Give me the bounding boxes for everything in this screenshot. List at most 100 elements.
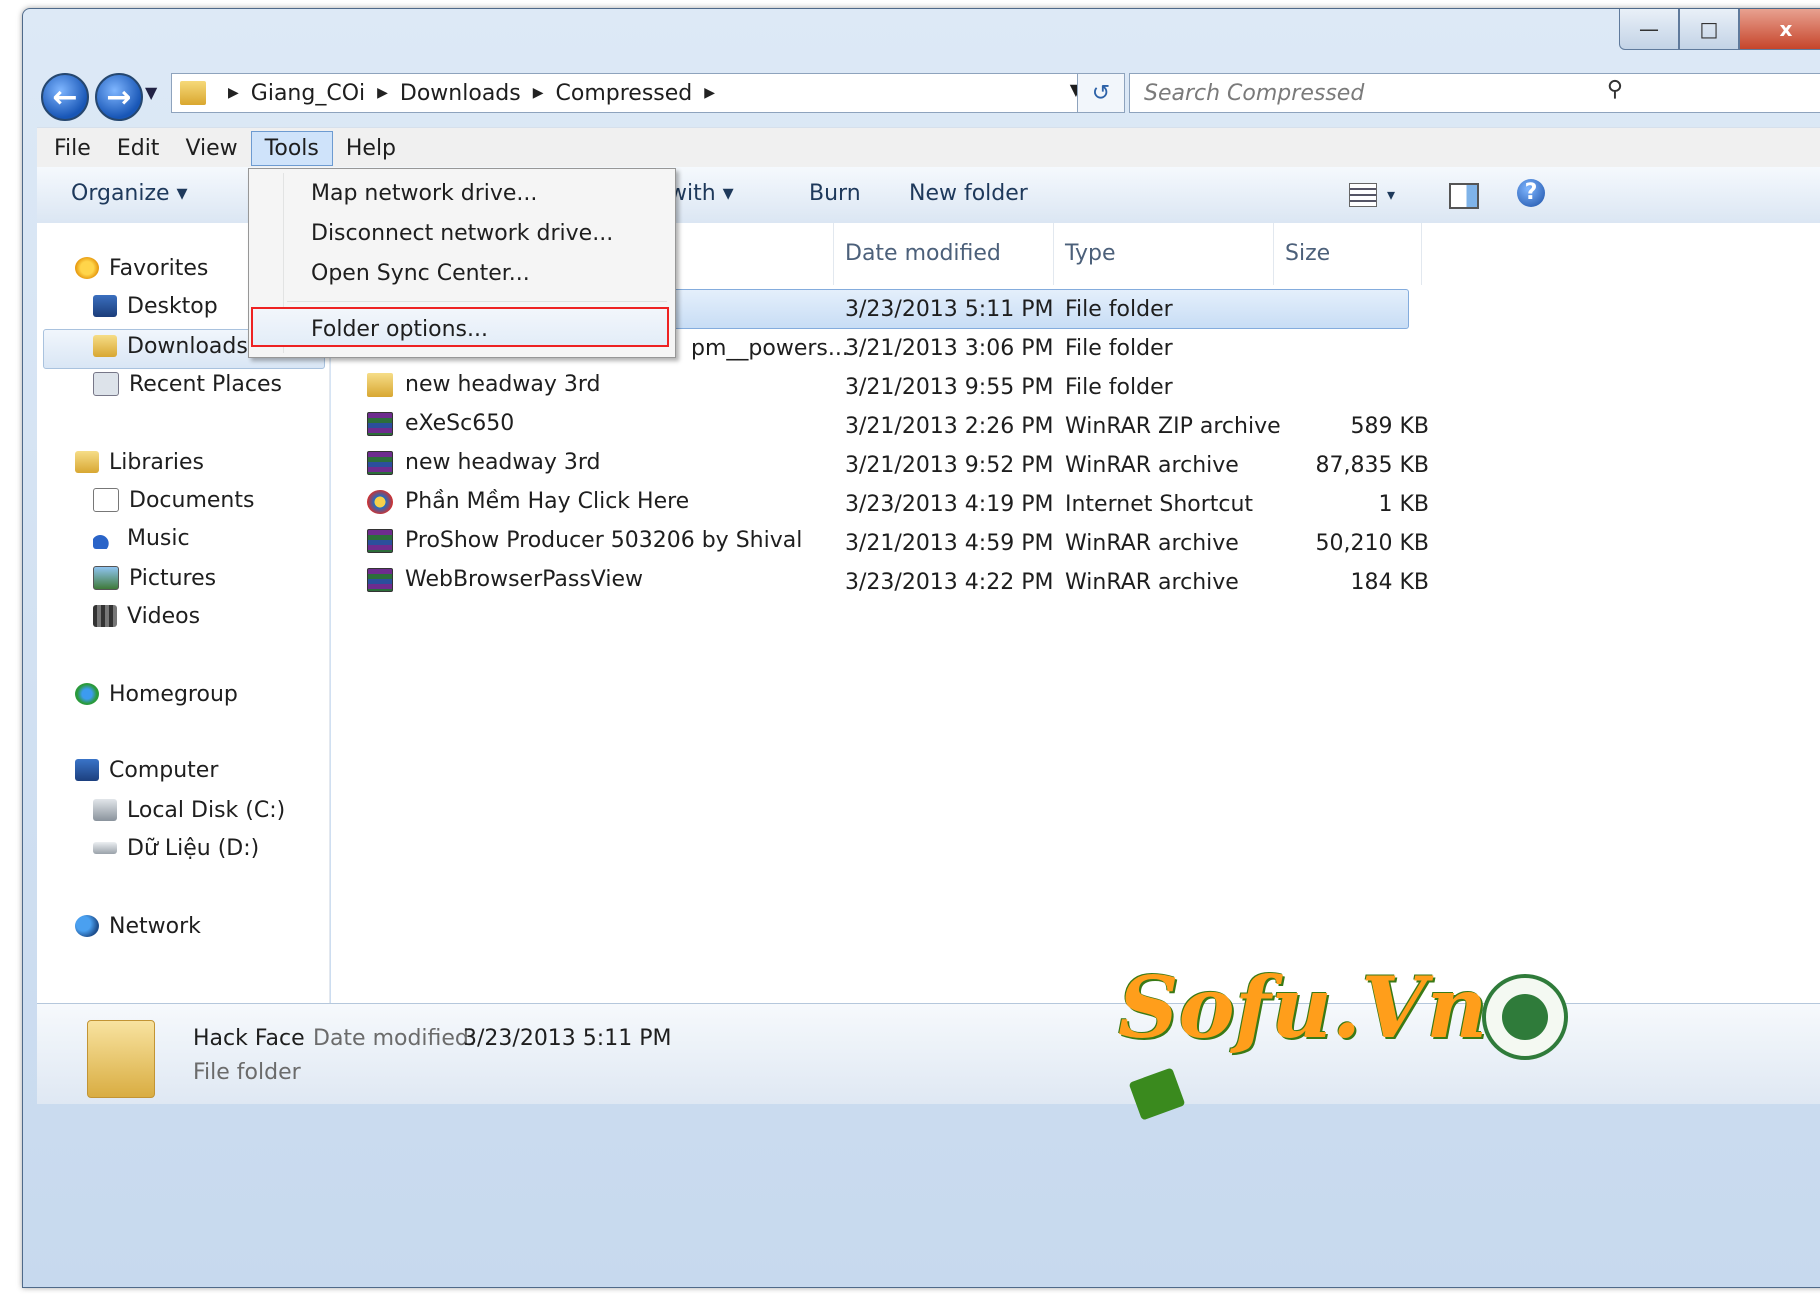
cell-size: 589 KB xyxy=(1350,414,1429,439)
music-icon xyxy=(93,527,117,549)
nav-documents-label: Documents xyxy=(129,487,255,513)
breadcrumb-giang[interactable]: Giang_COi xyxy=(251,81,365,106)
close-button[interactable]: x xyxy=(1739,9,1820,50)
nav-downloads[interactable]: Downloads xyxy=(93,329,248,363)
view-options-dropdown[interactable]: ▾ xyxy=(1387,185,1395,204)
cell-date: 3/21/2013 9:55 PM xyxy=(845,375,1054,400)
nav-videos[interactable]: Videos xyxy=(93,599,200,633)
internet-shortcut-icon xyxy=(367,489,393,514)
menu-item-open-sync-center[interactable]: Open Sync Center... xyxy=(311,261,530,286)
nav-data-disk-label: Dữ Liệu (D:) xyxy=(127,835,260,861)
nav-desktop[interactable]: Desktop xyxy=(93,289,218,323)
menu-item-disconnect-network-drive[interactable]: Disconnect network drive... xyxy=(311,221,613,246)
cell-type: WinRAR archive xyxy=(1065,570,1239,595)
breadcrumb-arrow-icon[interactable]: ▶ xyxy=(228,85,239,101)
minimize-button[interactable]: — xyxy=(1619,9,1679,50)
nav-network[interactable]: Network xyxy=(75,909,201,943)
column-divider[interactable] xyxy=(1421,223,1422,285)
nav-homegroup[interactable]: Homegroup xyxy=(75,677,238,711)
large-folder-icon xyxy=(87,1020,155,1098)
cell-date: 3/21/2013 3:06 PM xyxy=(845,336,1054,361)
cell-name: eXeSc650 xyxy=(405,411,515,436)
maximize-button[interactable]: □ xyxy=(1679,9,1739,50)
forward-button[interactable]: → xyxy=(95,73,143,121)
address-bar[interactable]: ▶ Giang_COi ▶ Downloads ▶ Compressed ▶ ▼ xyxy=(171,73,1097,113)
back-button[interactable]: ← xyxy=(41,73,89,121)
nav-local-disk[interactable]: Local Disk (C:) xyxy=(93,793,285,827)
cell-type: File folder xyxy=(1065,375,1173,400)
recent-pages-dropdown[interactable]: ▼ xyxy=(145,83,157,102)
nav-data-disk[interactable]: Dữ Liệu (D:) xyxy=(93,831,259,865)
nav-computer[interactable]: Computer xyxy=(75,753,218,787)
refresh-button[interactable]: ↺ xyxy=(1077,73,1125,113)
desktop-icon xyxy=(93,295,117,317)
breadcrumb-arrow-icon[interactable]: ▶ xyxy=(704,85,715,101)
details-type: File folder xyxy=(193,1060,301,1085)
preview-pane-icon[interactable] xyxy=(1449,183,1479,209)
column-size[interactable]: Size xyxy=(1285,241,1330,266)
burn-button[interactable]: Burn xyxy=(809,181,861,206)
winrar-icon xyxy=(367,567,393,592)
seal-emblem-icon xyxy=(1502,994,1548,1040)
search-input[interactable]: Search Compressed xyxy=(1129,73,1820,113)
nav-local-disk-label: Local Disk (C:) xyxy=(127,797,286,823)
tools-menu: Map network drive... Disconnect network … xyxy=(248,168,676,358)
menu-help[interactable]: Help xyxy=(333,132,409,165)
university-seal-logo xyxy=(1482,974,1568,1060)
nav-favorites[interactable]: Favorites xyxy=(75,251,208,285)
menu-tools[interactable]: Tools xyxy=(250,130,333,166)
menu-view[interactable]: View xyxy=(172,132,250,165)
column-date-modified[interactable]: Date modified xyxy=(845,241,1001,266)
breadcrumb-arrow-icon[interactable]: ▶ xyxy=(377,85,388,101)
menu-edit[interactable]: Edit xyxy=(104,132,173,165)
new-folder-button[interactable]: New folder xyxy=(909,181,1028,206)
column-type[interactable]: Type xyxy=(1065,241,1116,266)
cell-type: File folder xyxy=(1065,297,1173,322)
nav-computer-label: Computer xyxy=(109,757,219,783)
nav-downloads-label: Downloads xyxy=(127,333,248,359)
menu-bar: File Edit View Tools Help xyxy=(37,127,1820,168)
search-placeholder: Search Compressed xyxy=(1144,80,1365,106)
change-view-icon[interactable] xyxy=(1349,183,1377,207)
cell-size: 50,210 KB xyxy=(1315,531,1430,556)
column-divider[interactable] xyxy=(1053,223,1054,285)
folder-icon xyxy=(180,81,206,105)
libraries-icon xyxy=(75,451,99,473)
menu-item-folder-options[interactable]: Folder options... xyxy=(311,317,488,342)
winrar-icon xyxy=(367,450,393,475)
breadcrumb-arrow-icon[interactable]: ▶ xyxy=(533,85,544,101)
column-divider[interactable] xyxy=(1273,223,1274,285)
details-name: Hack Face xyxy=(193,1026,305,1051)
open-with-button[interactable]: with ▾ xyxy=(669,181,734,206)
search-icon[interactable]: ⚲ xyxy=(1607,77,1623,102)
cell-type: Internet Shortcut xyxy=(1065,492,1254,517)
folder-icon xyxy=(367,372,393,397)
breadcrumb-downloads[interactable]: Downloads xyxy=(400,81,521,106)
nav-homegroup-label: Homegroup xyxy=(109,681,238,707)
winrar-icon xyxy=(367,528,393,553)
cell-date: 3/23/2013 4:19 PM xyxy=(845,492,1054,517)
cell-name: pm__powers... xyxy=(691,336,849,361)
cell-size: 184 KB xyxy=(1350,570,1429,595)
nav-libraries-label: Libraries xyxy=(109,449,205,475)
menu-item-map-network-drive[interactable]: Map network drive... xyxy=(311,181,537,206)
column-divider[interactable] xyxy=(833,223,834,285)
help-icon[interactable]: ? xyxy=(1517,179,1545,207)
details-date-label: Date modified: xyxy=(313,1026,477,1051)
refresh-icon: ↺ xyxy=(1091,80,1111,106)
winrar-icon xyxy=(367,411,393,436)
nav-pictures-label: Pictures xyxy=(129,565,217,591)
nav-music[interactable]: Music xyxy=(93,521,190,555)
cell-name: ProShow Producer 503206 by Shival xyxy=(405,528,803,553)
nav-pictures[interactable]: Pictures xyxy=(93,561,216,595)
cell-type: File folder xyxy=(1065,336,1173,361)
nav-documents[interactable]: Documents xyxy=(93,483,254,517)
breadcrumb-compressed[interactable]: Compressed xyxy=(556,81,693,106)
nav-recent-places[interactable]: Recent Places xyxy=(93,367,282,401)
recent-places-icon xyxy=(93,372,119,396)
menu-file[interactable]: File xyxy=(41,132,104,165)
organize-button[interactable]: Organize ▾ xyxy=(71,181,188,206)
cell-name: WebBrowserPassView xyxy=(405,567,644,592)
nav-libraries[interactable]: Libraries xyxy=(75,445,204,479)
nav-recent-label: Recent Places xyxy=(129,371,282,397)
